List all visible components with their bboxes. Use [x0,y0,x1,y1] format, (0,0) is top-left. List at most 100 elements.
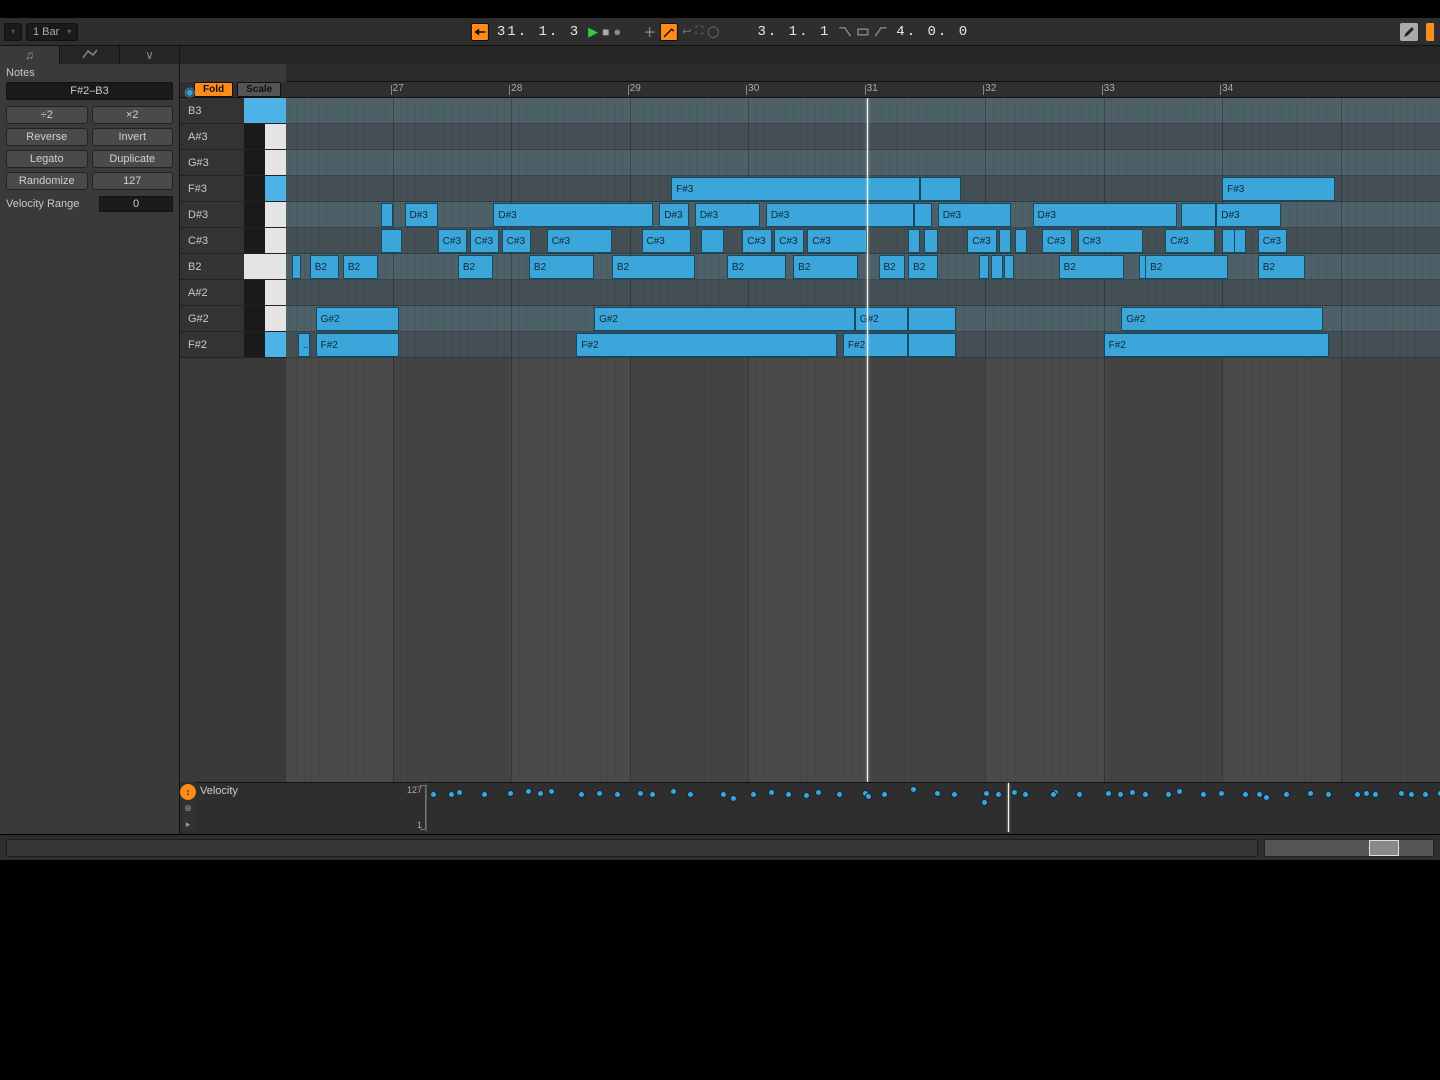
midi-note[interactable]: D#3 [659,203,689,227]
lane-add-button[interactable]: ⊕ [180,800,196,816]
velocity-marker[interactable] [430,791,437,798]
midi-note[interactable]: C#3 [967,229,997,253]
velocity-marker[interactable] [649,791,656,798]
velocity-marker[interactable] [720,791,727,798]
velocity-marker[interactable] [1408,791,1415,798]
midi-note[interactable]: F#2 [1104,333,1329,357]
velocity-marker[interactable] [596,790,603,797]
piano-key-G#3[interactable]: G#3 [180,150,286,176]
lane-play-button[interactable]: ▸ [180,816,196,832]
velocity-marker[interactable] [448,791,455,798]
velocity-marker[interactable] [1256,791,1263,798]
midi-note[interactable] [924,229,938,253]
piano-key-D#3[interactable]: D#3 [180,202,286,228]
midi-note[interactable]: ... [298,333,310,357]
midi-note[interactable]: B2 [529,255,594,279]
velocity-marker[interactable] [578,791,585,798]
velocity-marker[interactable] [815,789,822,796]
velocity-marker[interactable] [1117,791,1124,798]
note-grid[interactable]: F#3F#3D#3D#3D#3D#3D#3D#3D#3D#3C#3C#3C#3C… [286,98,1440,782]
invert-button[interactable]: Invert [92,128,174,146]
timeline-ruler[interactable]: ◉ Fold Scale 2728293031323334 [180,82,1440,98]
midi-note[interactable]: C#3 [642,229,692,253]
midi-note[interactable]: C#3 [470,229,500,253]
midi-note[interactable] [908,229,920,253]
velocity-marker[interactable] [614,791,621,798]
velocity-marker[interactable] [670,788,677,795]
velocity-range-value[interactable]: 0 [99,196,173,212]
quantize-dropdown-left[interactable]: ▾ [4,23,22,41]
velocity-marker[interactable] [507,790,514,797]
piano-key-B3[interactable]: B3 [180,98,286,124]
midi-note[interactable]: F#3 [671,177,920,201]
randomize-button[interactable]: Randomize [6,172,88,190]
midi-note[interactable]: B2 [310,255,340,279]
midi-note[interactable] [991,255,1003,279]
velocity-marker[interactable] [1076,791,1083,798]
velocity-marker[interactable] [537,790,544,797]
overview-viewport[interactable] [1369,840,1399,856]
scale-button[interactable]: Scale [237,82,281,97]
midi-note[interactable]: C#3 [438,229,468,253]
velocity-marker[interactable] [910,786,917,793]
midi-note[interactable]: B2 [458,255,494,279]
midi-note[interactable]: G#2 [594,307,855,331]
velocity-marker[interactable] [983,790,990,797]
midi-note[interactable]: B2 [1145,255,1228,279]
midi-note[interactable]: C#3 [1042,229,1072,253]
piano-key-G#2[interactable]: G#2 [180,306,286,332]
legato-button[interactable]: Legato [6,150,88,168]
midi-note[interactable]: F#3 [1222,177,1335,201]
velocity-marker[interactable] [1165,791,1172,798]
midi-note[interactable]: F#2 [843,333,908,357]
velocity-marker[interactable] [981,799,988,806]
punch-out-icon[interactable] [874,25,888,39]
midi-note[interactable] [979,255,988,279]
midi-note[interactable] [908,333,955,357]
midi-note[interactable]: B2 [879,255,905,279]
midi-note[interactable]: C#3 [1258,229,1288,253]
velocity-marker[interactable] [1176,788,1183,795]
midi-note[interactable]: D#3 [1216,203,1281,227]
randomize-value[interactable]: 127 [92,172,174,190]
midi-note[interactable]: D#3 [695,203,760,227]
tab-notes[interactable]: ♫ [0,46,60,64]
velocity-plot[interactable] [426,783,1440,832]
velocity-marker[interactable] [1022,791,1029,798]
velocity-marker[interactable] [1242,791,1249,798]
midi-note[interactable]: C#3 [547,229,612,253]
piano-roll[interactable]: B3A#3G#3F#3D#3C#3B2A#2G#2F#2 F#3F#3D#3D#… [180,98,1440,782]
midi-note[interactable] [920,177,961,201]
velocity-marker[interactable] [1398,790,1405,797]
quantize-menu[interactable]: 1 Bar ▾ [26,23,78,41]
midi-note[interactable] [1234,229,1246,253]
piano-key-F#2[interactable]: F#2 [180,332,286,358]
velocity-marker[interactable] [1218,790,1225,797]
velocity-marker[interactable] [785,791,792,798]
loop-start[interactable]: 3. 1. 1 [757,24,830,40]
midi-note[interactable]: B2 [612,255,695,279]
velocity-marker[interactable] [1200,791,1207,798]
velocity-marker[interactable] [730,795,737,802]
velocity-marker[interactable] [1307,790,1314,797]
velocity-marker[interactable] [1325,791,1332,798]
midi-note[interactable] [1015,229,1027,253]
play-button[interactable]: ▶ [588,24,598,40]
reverse-button[interactable]: Reverse [6,128,88,146]
half-time-button[interactable]: ÷2 [6,106,88,124]
velocity-marker[interactable] [1283,791,1290,798]
midi-note[interactable] [381,203,393,227]
midi-note[interactable]: C#3 [742,229,772,253]
piano-key-A#3[interactable]: A#3 [180,124,286,150]
velocity-marker[interactable] [1142,791,1149,798]
clip-overview[interactable] [1264,839,1434,857]
midi-note[interactable]: D#3 [766,203,914,227]
metronome-icon[interactable]: ◯ [707,25,719,38]
midi-note[interactable]: B2 [343,255,379,279]
midi-note[interactable]: F#2 [576,333,837,357]
velocity-marker[interactable] [881,791,888,798]
velocity-marker[interactable] [525,788,532,795]
midi-note[interactable]: C#3 [807,229,866,253]
duplicate-button[interactable]: Duplicate [92,150,174,168]
midi-note[interactable] [999,229,1011,253]
